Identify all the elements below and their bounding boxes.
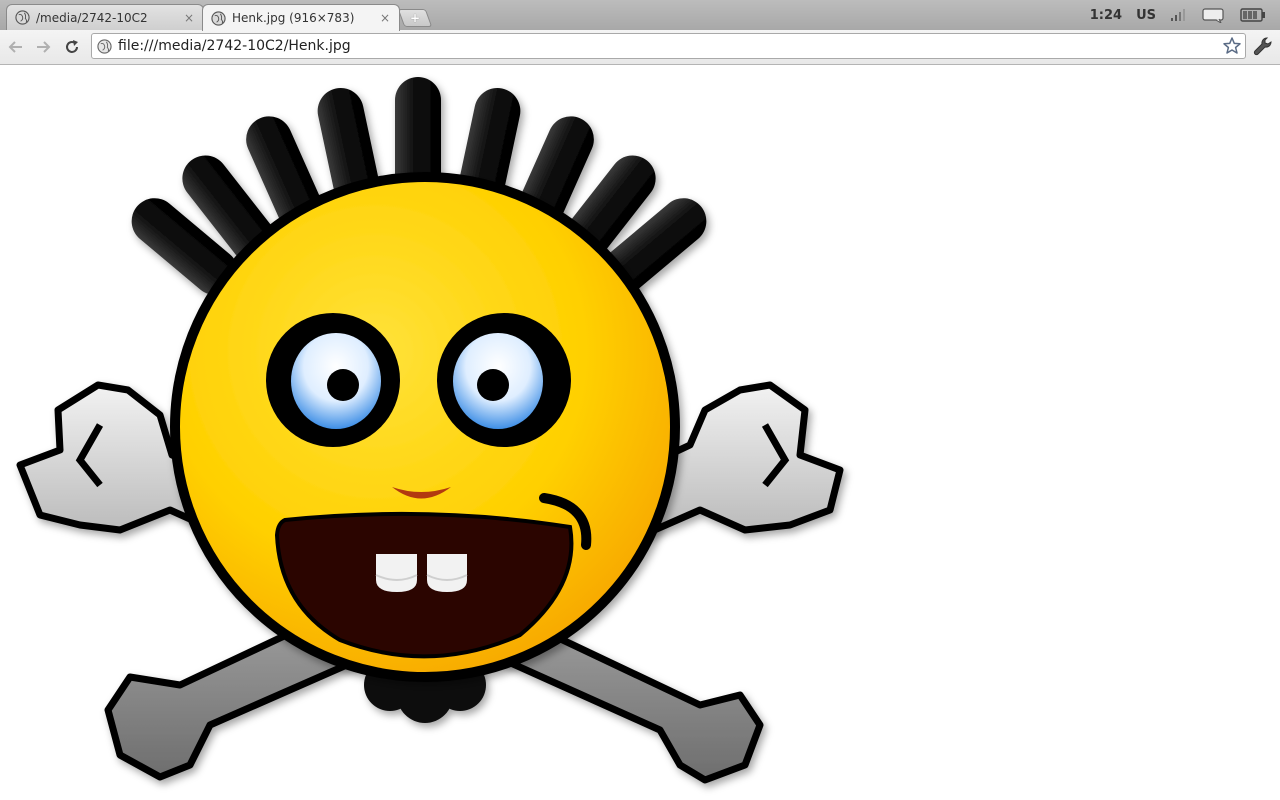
forward-button[interactable] <box>32 37 54 57</box>
tab-title: Henk.jpg (916×783) <box>232 11 355 25</box>
page-icon <box>97 38 112 54</box>
back-arrow-icon <box>8 41 22 53</box>
message-icon[interactable] <box>1202 7 1226 23</box>
address-bar[interactable]: file:///media/2742-10C2/Henk.jpg <box>91 33 1246 59</box>
toolbar: file:///media/2742-10C2/Henk.jpg <box>0 30 1280 65</box>
tab-close-icon[interactable]: × <box>183 11 195 25</box>
signal-icon[interactable] <box>1170 8 1188 22</box>
tab-media-folder[interactable]: /media/2742-10C2 × <box>6 4 204 30</box>
globe-icon <box>211 10 226 26</box>
forward-arrow-icon <box>37 41 51 53</box>
tab-title: /media/2742-10C2 <box>36 10 148 25</box>
status-area: 1:24 US <box>1090 0 1280 30</box>
globe-icon <box>15 10 30 25</box>
wrench-icon[interactable] <box>1252 36 1274 58</box>
new-tab-button[interactable]: + <box>397 9 433 27</box>
keyboard-layout[interactable]: US <box>1136 8 1156 23</box>
reload-button[interactable] <box>61 37 83 57</box>
henk-image <box>16 77 844 784</box>
tab-henk-jpg[interactable]: Henk.jpg (916×783) × <box>202 4 400 31</box>
tab-strip: /media/2742-10C2 × Henk.jpg (916×783) × … <box>0 0 1280 31</box>
left-eye <box>266 313 400 447</box>
clock[interactable]: 1:24 <box>1090 8 1122 23</box>
url-text[interactable]: file:///media/2742-10C2/Henk.jpg <box>118 38 1222 54</box>
right-eye <box>437 313 571 447</box>
reload-icon <box>66 40 78 53</box>
page-content <box>0 65 1280 800</box>
bookmark-star-icon[interactable] <box>1222 36 1242 56</box>
battery-icon[interactable] <box>1240 8 1266 22</box>
back-button[interactable] <box>5 37 27 57</box>
tab-close-icon[interactable]: × <box>379 11 391 25</box>
plus-icon: + <box>409 11 421 25</box>
